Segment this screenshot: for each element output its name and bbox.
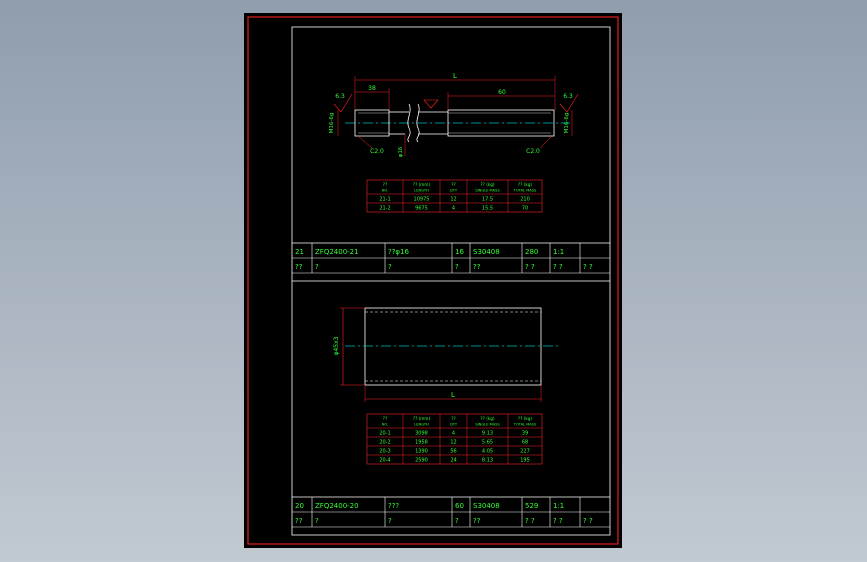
table-cell: 20-2 [379, 440, 390, 446]
table-cell: 5.65 [482, 440, 493, 446]
table-header-bottom: QTY [450, 189, 458, 193]
table-cell: 12 [450, 197, 456, 203]
thread-left-label: M16-6g [329, 113, 335, 134]
table-header-top: ?? [383, 416, 387, 421]
chamfer-right-label: C2.0 [526, 148, 540, 155]
table-cell: 2590 [415, 458, 428, 464]
title-block-cell: ZFQ2400-20 [315, 502, 359, 510]
title-block-cell: ? [388, 263, 392, 271]
title-block-cell: ?? [473, 263, 481, 271]
title-block-cell: ? ? [525, 263, 535, 271]
table-cell: 4.05 [482, 449, 493, 455]
title-block-cell: 280 [525, 248, 538, 256]
dim-right-thread-label: 60 [498, 89, 506, 96]
title-block-cell: 60 [455, 502, 464, 510]
table-header-top: ?? [383, 182, 387, 187]
title-block-cell: 1:1 [553, 502, 564, 510]
table-cell: 21-2 [379, 206, 390, 212]
roughness-right-label: 6.3 [563, 93, 573, 100]
title-block-cell: ? [315, 517, 319, 525]
title-block-cell: ? [455, 517, 459, 525]
table-cell: 9675 [415, 206, 428, 212]
table-cell: 68 [522, 440, 528, 446]
title-block-cell: ? ? [525, 517, 535, 525]
table-header-top: ?? (mm) [413, 182, 431, 187]
title-block-cell: 529 [525, 502, 538, 510]
table-header-top: ?? (kg) [480, 416, 494, 421]
table-cell: 20-1 [379, 431, 390, 437]
title-block-cell: ?? [473, 517, 481, 525]
tube-length-label: L [451, 391, 455, 399]
title-block-cell: 1:1 [553, 248, 564, 256]
table-header-bottom: SINGLE MASS [475, 423, 500, 427]
table-header-top: ?? [451, 182, 455, 187]
table-cell: 4 [452, 206, 455, 212]
chamfer-left-label: C2.0 [370, 148, 384, 155]
tube-diameter-label: φ45x3 [333, 336, 340, 355]
title-block-cell: ? [315, 263, 319, 271]
title-block-cell: ??φ16 [388, 248, 410, 256]
title-block-cell: ?? [295, 517, 303, 525]
table-cell: 1958 [415, 440, 428, 446]
table-header-bottom: LENGTH [414, 423, 429, 427]
title-block-cell: ? ? [583, 517, 593, 525]
table-cell: 15.5 [482, 206, 493, 212]
drawing-canvas: L 38 60 6.3 6.3 M16-6g M16-6g C2.0 C2.0 … [244, 13, 622, 548]
title-block-cell: ZFQ2400-21 [315, 248, 359, 256]
table-cell: 20-3 [379, 449, 390, 455]
table-cell: 24 [450, 458, 456, 464]
table-cell: 9.13 [482, 431, 493, 437]
table-cell: 10975 [414, 197, 430, 203]
dim-left-thread-label: 38 [368, 85, 376, 92]
title-block-cell: ? ? [553, 517, 563, 525]
table-header-top: ?? [451, 416, 455, 421]
table-cell: 70 [522, 206, 528, 212]
table-cell: 17.5 [482, 197, 493, 203]
table-header-bottom: NO. [382, 423, 389, 427]
table-header-bottom: SINGLE MASS [475, 189, 500, 193]
title-block-cell: ? [455, 263, 459, 271]
table-cell: 210 [520, 197, 530, 203]
table-header-top: ?? (mm) [413, 416, 431, 421]
title-block-cell: 21 [295, 248, 304, 256]
roughness-left-label: 6.3 [335, 93, 345, 100]
table-cell: 8.13 [482, 458, 493, 464]
table-cell: 3098 [415, 431, 428, 437]
title-block-cell: ? [388, 517, 392, 525]
title-block-cell: ? ? [553, 263, 563, 271]
table-header-bottom: LENGTH [414, 189, 429, 193]
table-cell: 1390 [415, 449, 428, 455]
table-header-top: ?? (kg) [480, 182, 494, 187]
table-cell: 227 [520, 449, 530, 455]
title-block-cell: S30408 [473, 248, 500, 256]
table-cell: 21-1 [379, 197, 390, 203]
table-header-top: ?? (kg) [518, 416, 532, 421]
title-block-cell: ? ? [583, 263, 593, 271]
table-cell: 56 [450, 449, 456, 455]
title-block-cell: ?? [295, 263, 303, 271]
title-block-cell: 20 [295, 502, 304, 510]
table-cell: 39 [522, 431, 528, 437]
table-header-bottom: TOTAL MASS [513, 423, 537, 427]
table-cell: 12 [450, 440, 456, 446]
table-header-bottom: TOTAL MASS [513, 189, 537, 193]
table-header-bottom: QTY [450, 423, 458, 427]
diameter-label: φ16 [398, 146, 404, 157]
thread-right-label: M16-6g [564, 113, 570, 134]
title-block-cell: 16 [455, 248, 464, 256]
dim-overall-label: L [453, 72, 457, 80]
title-block-cell: ??? [388, 502, 399, 510]
table-header-top: ?? (kg) [518, 182, 532, 187]
title-block-cell: S30408 [473, 502, 500, 510]
table-cell: 20-4 [379, 458, 390, 464]
table-cell: 4 [452, 431, 455, 437]
table-header-bottom: NO. [382, 189, 389, 193]
table-cell: 195 [520, 458, 530, 464]
